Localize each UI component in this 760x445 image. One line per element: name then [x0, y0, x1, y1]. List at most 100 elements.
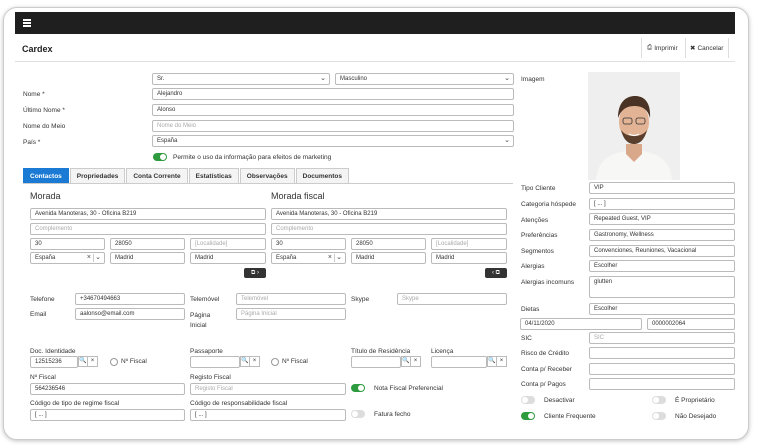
deactivate-toggle[interactable]: [521, 396, 535, 404]
address-country-select[interactable]: España × ⌄: [30, 252, 105, 264]
search-icon[interactable]: 🔍: [401, 356, 411, 367]
tab-contactos[interactable]: Contactos: [23, 168, 69, 183]
segments-field[interactable]: Convenciones, Reuniones, Vacacional: [589, 245, 735, 257]
passport-label: Passaporte: [190, 348, 223, 355]
chevron-down-icon: ⌄: [504, 137, 510, 144]
credit-risk-label: Risco de Crédito: [521, 350, 570, 357]
city-field[interactable]: Madrid: [110, 252, 185, 264]
clear-icon[interactable]: ×: [250, 356, 260, 367]
postal-field[interactable]: 28050: [110, 238, 185, 250]
street-field[interactable]: Avenida Manoteras, 30 - Oficina B219: [30, 208, 266, 220]
uncommon-allergies-field[interactable]: glutten: [589, 276, 735, 298]
date-field[interactable]: 04/11/2020: [520, 318, 642, 330]
marketing-toggle[interactable]: [153, 153, 167, 161]
client-type-field[interactable]: VIP: [589, 182, 735, 194]
diets-select[interactable]: Escolher: [589, 303, 735, 315]
receivable-field[interactable]: [589, 363, 735, 375]
fiscal-complement-field[interactable]: Complemento: [271, 223, 507, 235]
payable-label: Conta p/ Pagos: [521, 381, 566, 388]
nfiscal-radio[interactable]: [110, 358, 118, 366]
chevron-down-icon: ⌄: [95, 254, 101, 261]
clear-icon[interactable]: ×: [88, 356, 98, 367]
closing-invoice-toggle[interactable]: [351, 410, 365, 418]
clear-icon[interactable]: ×: [497, 356, 507, 367]
clear-icon[interactable]: ×: [328, 253, 332, 263]
tab-propriedades[interactable]: Propriedades: [69, 168, 126, 183]
guest-photo[interactable]: [588, 72, 680, 180]
passport-nfiscal-label: Nº Fiscal: [282, 358, 308, 365]
fiscal-region-field[interactable]: Madrid: [431, 252, 507, 264]
homepage-field[interactable]: Página Inicial: [236, 308, 346, 320]
guest-category-field[interactable]: [ ... ]: [589, 198, 735, 210]
fiscal-country-select[interactable]: España × ⌄: [271, 252, 346, 264]
email-field[interactable]: aalonso@email.com: [75, 308, 185, 320]
regime-label: Código de tipo de regime fiscal: [30, 400, 120, 407]
license-field[interactable]: [431, 356, 487, 368]
id-doc-field[interactable]: 12515236: [30, 356, 78, 368]
cancel-button[interactable]: ✖ Cancelar: [690, 44, 723, 53]
search-icon[interactable]: 🔍: [240, 356, 250, 367]
closing-invoice-label: Fatura fecho: [374, 411, 411, 418]
region-field[interactable]: Madrid: [190, 252, 266, 264]
residence-field[interactable]: [351, 356, 401, 368]
preferred-invoice-toggle[interactable]: [351, 384, 365, 392]
gender-select[interactable]: Masculino ⌄: [335, 73, 514, 85]
attentions-field[interactable]: Repeated Guest, VIP: [589, 213, 735, 225]
phone-field[interactable]: +34670494663: [75, 293, 185, 305]
code-field[interactable]: 0000002064: [647, 318, 735, 330]
print-button[interactable]: ⎙ Imprimir: [647, 44, 678, 52]
locality-field[interactable]: [Localidade]: [190, 238, 266, 250]
search-icon[interactable]: 🔍: [78, 356, 88, 367]
menu-icon[interactable]: [23, 19, 31, 27]
regime-field[interactable]: [ ... ]: [30, 409, 185, 421]
last-name-label: Último Nome *: [23, 107, 65, 114]
image-label: Imagem: [521, 76, 545, 83]
allergies-select[interactable]: Escolher: [589, 260, 735, 272]
fiscal-number-field[interactable]: 30: [271, 238, 346, 250]
sic-field[interactable]: SIC: [589, 332, 735, 344]
copy-fiscal-address-button[interactable]: ‹ ⧉: [485, 268, 507, 278]
number-field[interactable]: 30: [30, 238, 105, 250]
fiscal-address-title: Morada fiscal: [271, 191, 325, 201]
country-select[interactable]: España ⌄: [152, 135, 514, 147]
address-title: Morada: [30, 191, 61, 201]
credit-risk-field[interactable]: [589, 347, 735, 359]
skype-field[interactable]: Skype: [397, 293, 507, 305]
page-title: Cardex: [22, 44, 53, 54]
mobile-field[interactable]: Telemóvel: [236, 293, 346, 305]
chevron-down-icon: ⌄: [320, 75, 326, 82]
name-field[interactable]: Alejandro: [152, 88, 514, 100]
name-label: Nome *: [23, 91, 45, 98]
copy-address-button[interactable]: ⧉ ›: [244, 268, 266, 278]
fiscal-locality-field[interactable]: [Localidade]: [431, 238, 507, 250]
passport-nfiscal-radio[interactable]: [271, 358, 279, 366]
fiscal-city-field[interactable]: Madrid: [351, 252, 426, 264]
frequent-client-toggle[interactable]: [521, 412, 535, 420]
fiscal-street-field[interactable]: Avenida Manoteras, 30 - Oficina B219: [271, 208, 507, 220]
tab-conta-corrente[interactable]: Conta Corrente: [126, 168, 188, 183]
preferences-field[interactable]: Gastronomy, Wellness: [589, 229, 735, 241]
complement-field[interactable]: Complemento: [30, 223, 266, 235]
clear-icon[interactable]: ×: [87, 253, 91, 263]
last-name-field[interactable]: Alonso: [152, 104, 514, 116]
salutation-select[interactable]: Sr. ⌄: [152, 73, 330, 85]
unwanted-label: Não Desejado: [675, 413, 717, 420]
unwanted-toggle[interactable]: [652, 412, 666, 420]
owner-label: É Proprietário: [675, 397, 715, 404]
passport-field[interactable]: [190, 356, 240, 368]
clear-icon[interactable]: ×: [411, 356, 421, 367]
tab-estatisticas[interactable]: Estatísticas: [188, 168, 239, 183]
guest-category-label: Categoria hóspede: [521, 201, 576, 208]
responsibility-field[interactable]: [ ... ]: [190, 409, 346, 421]
tab-observacoes[interactable]: Observações: [239, 168, 295, 183]
receivable-label: Conta p/ Receber: [521, 366, 572, 373]
search-icon[interactable]: 🔍: [487, 356, 497, 367]
fiscal-reg-field[interactable]: Registo Fiscal: [190, 383, 346, 395]
tab-documentos[interactable]: Documentos: [295, 168, 349, 183]
middle-name-field[interactable]: Nome do Meio: [152, 120, 514, 132]
fiscal-postal-field[interactable]: 28050: [351, 238, 426, 250]
close-circle-icon: ✖: [690, 45, 696, 52]
owner-toggle[interactable]: [652, 396, 666, 404]
nfiscal-field[interactable]: 564236546: [30, 383, 185, 395]
payable-field[interactable]: [589, 378, 735, 390]
